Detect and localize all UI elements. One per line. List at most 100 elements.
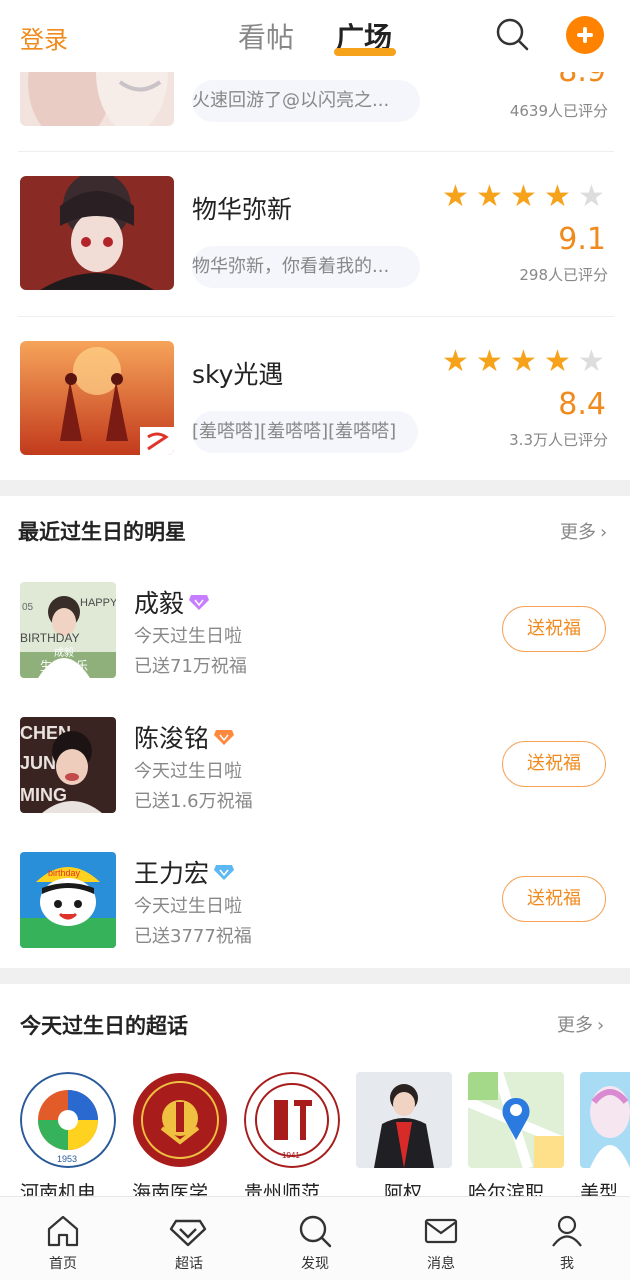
supertopic-avatar	[356, 1072, 452, 1168]
nav-supertopic[interactable]: 超话	[144, 1197, 234, 1280]
supertopic-avatar	[132, 1072, 228, 1168]
topic-score: 9.1	[558, 222, 606, 257]
supertopic-card[interactable]: 1953 河南机电	[20, 1072, 120, 1204]
topic-snippet: [羞嗒嗒][羞嗒嗒][羞嗒嗒]	[192, 411, 418, 453]
supertopic-avatar: 1941	[244, 1072, 340, 1168]
star-filled-icon: ★	[510, 179, 537, 214]
nav-label: 消息	[427, 1256, 455, 1272]
section-separator	[0, 480, 630, 496]
topic-snippet: 物华弥新，你看着我的...	[192, 246, 420, 288]
rating-count: 4639人已评分	[509, 102, 608, 120]
star-filled-icon: ★	[476, 179, 503, 214]
star-name-line: 陈浚铭	[134, 719, 235, 755]
profile-icon	[552, 1215, 582, 1247]
star-empty-icon: ★	[578, 344, 605, 379]
star-name: 陈浚铭	[134, 724, 210, 753]
star-avatar: birthday	[20, 852, 116, 948]
supertopic-card[interactable]: 美型	[580, 1072, 630, 1202]
avatar-text: JUN	[20, 753, 56, 773]
topic-title: sky光遇	[192, 360, 284, 389]
star-filled-icon: ★	[476, 344, 503, 379]
birthday-star-row[interactable]: CHEN JUN MING 陈浚铭 今天过生日啦 已送1.6万祝福 送祝福	[0, 715, 630, 835]
section-title: 今天过生日的超话	[20, 1014, 188, 1038]
avatar-text: 05	[22, 602, 34, 613]
more-link[interactable]: 更多 ›	[557, 1011, 604, 1037]
topic-thumbnail	[20, 341, 174, 455]
star-name-line: 成毅	[134, 584, 210, 620]
topic-thumbnail	[20, 176, 174, 290]
star-empty-icon: ★	[578, 179, 605, 214]
supertopic-avatar	[468, 1072, 564, 1168]
tab-kantie[interactable]: 看帖	[238, 16, 294, 56]
chevron-right-icon: ›	[600, 522, 608, 543]
star-avatar: 05 HAPPY BIRTHDAY 成毅 生日快乐	[20, 582, 116, 678]
birthday-status: 今天过生日啦	[134, 626, 242, 647]
seal-text: 1953	[57, 1154, 77, 1164]
mail-icon	[424, 1218, 458, 1244]
star-name: 成毅	[134, 589, 185, 618]
section-title: 最近过生日的明星	[18, 520, 186, 544]
birthday-status: 今天过生日啦	[134, 761, 242, 782]
send-wishes-button[interactable]: 送祝福	[502, 741, 606, 787]
rated-topic-row[interactable]: 物华弥新 物华弥新，你看着我的... ★ ★ ★ ★ ★ 9.1 298人已评分	[0, 152, 630, 316]
supertopic-card[interactable]: 哈尔滨职	[468, 1072, 568, 1204]
nav-home[interactable]: 首页	[18, 1197, 108, 1280]
discover-search-icon	[299, 1215, 332, 1248]
home-icon	[47, 1215, 79, 1247]
nav-label: 发现	[301, 1256, 329, 1272]
wishes-count: 已送71万祝福	[134, 656, 247, 677]
bottom-nav: 首页 超话 发现 消息 我	[0, 1196, 630, 1280]
chevron-right-icon: ›	[597, 1015, 605, 1036]
more-label: 更多	[560, 522, 596, 543]
star-filled-icon: ★	[442, 179, 469, 214]
nav-label: 我	[560, 1256, 574, 1272]
diamond-icon	[169, 1219, 207, 1247]
topic-title: 物华弥新	[192, 195, 293, 224]
supertopic-card[interactable]: 1941 贵州师范	[244, 1072, 344, 1204]
wishes-count: 已送1.6万祝福	[134, 791, 253, 812]
nav-discover[interactable]: 发现	[270, 1197, 360, 1280]
rated-topic-row[interactable]: sky光遇 [羞嗒嗒][羞嗒嗒][羞嗒嗒] ★ ★ ★ ★ ★ 8.4 3.3万…	[0, 317, 630, 481]
birthday-status: 今天过生日啦	[134, 896, 242, 917]
wishes-count: 已送3777祝福	[134, 926, 252, 947]
send-wishes-button[interactable]: 送祝福	[502, 606, 606, 652]
diamond-badge-icon	[214, 730, 235, 745]
rating-count: 3.3万人已评分	[509, 431, 608, 449]
supertopic-avatar: 1953	[20, 1072, 116, 1168]
supertopic-card[interactable]: 海南医学	[132, 1072, 232, 1204]
supertopic-avatar	[580, 1072, 630, 1168]
star-filled-icon: ★	[442, 344, 469, 379]
avatar-text: 生日快乐	[40, 659, 88, 673]
star-rating: ★ ★ ★ ★ ★	[442, 182, 608, 212]
active-tab-indicator	[334, 48, 396, 56]
star-name: 王力宏	[134, 859, 210, 888]
supertopic-card[interactable]: 阿权	[356, 1072, 456, 1204]
section-separator	[0, 968, 630, 984]
topic-snippet: 火速回游了@以闪亮之...	[192, 80, 420, 122]
nav-label: 首页	[49, 1256, 77, 1272]
more-link[interactable]: 更多 ›	[560, 518, 607, 544]
birthday-star-row[interactable]: birthday 王力宏 今天过生日啦 已送3777祝福 送祝福	[0, 850, 630, 970]
star-name-line: 王力宏	[134, 854, 235, 890]
diamond-badge-icon	[214, 865, 235, 880]
top-bar: 登录 看帖 广场	[0, 0, 630, 72]
login-button[interactable]: 登录	[20, 20, 68, 55]
seal-text: 1941	[282, 1151, 300, 1160]
topic-score: 8.4	[558, 387, 606, 422]
nav-messages[interactable]: 消息	[396, 1197, 486, 1280]
star-filled-icon: ★	[510, 344, 537, 379]
search-icon[interactable]	[494, 16, 530, 52]
diamond-badge-icon	[189, 595, 210, 610]
add-icon[interactable]	[566, 16, 604, 54]
more-label: 更多	[557, 1015, 593, 1036]
avatar-text: HAPPY	[80, 597, 116, 609]
avatar-text: BIRTHDAY	[20, 631, 80, 645]
nav-label: 超话	[175, 1256, 203, 1272]
avatar-text: MING	[20, 785, 67, 805]
birthday-star-row[interactable]: 05 HAPPY BIRTHDAY 成毅 生日快乐 成毅 今天过生日啦 已送71…	[0, 580, 630, 700]
star-filled-icon: ★	[544, 344, 571, 379]
send-wishes-button[interactable]: 送祝福	[502, 876, 606, 922]
rating-count: 298人已评分	[519, 266, 608, 284]
nav-me[interactable]: 我	[522, 1197, 612, 1280]
star-avatar: CHEN JUN MING	[20, 717, 116, 813]
